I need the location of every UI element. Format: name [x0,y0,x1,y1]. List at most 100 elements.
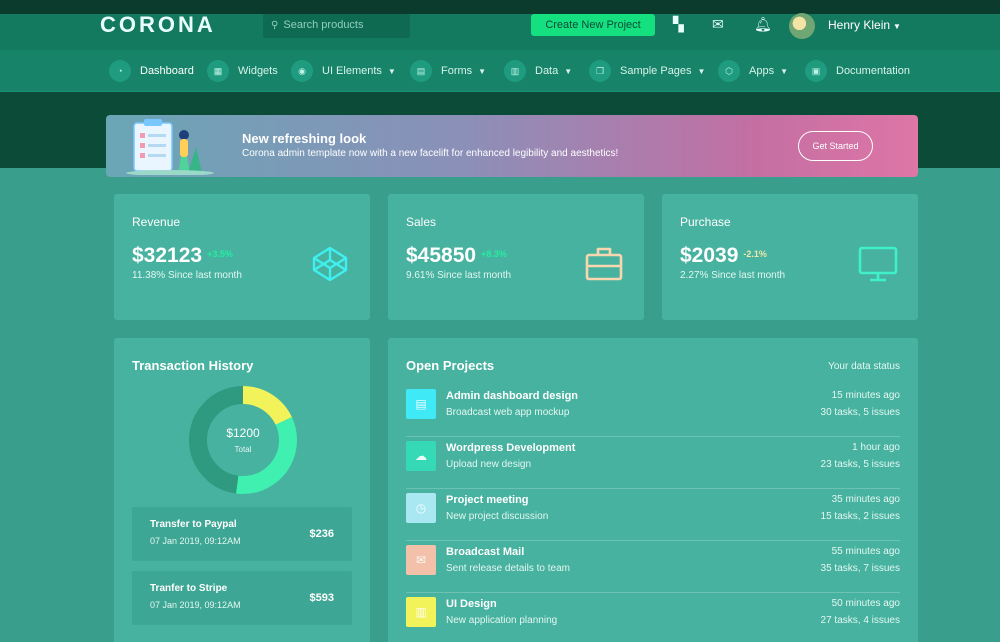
transaction-amount: $236 [309,528,334,540]
transaction-donut-chart [189,386,297,494]
user-menu[interactable]: Henry Klein ▼ [828,18,901,32]
codepen-icon [312,246,348,282]
stat-change: +3.5% [207,249,233,259]
file-icon: ▤ [406,389,436,419]
open-projects-card: Open Projects Your data status ▤ Admin d… [388,338,918,642]
project-row[interactable]: ▤ Admin dashboard design Broadcast web a… [406,385,900,437]
nav-item-label: Data [535,65,559,77]
transaction-title: Transfer to Paypal [150,519,237,530]
nav-item-data[interactable]: ▥ Data ▼ [504,59,572,83]
chevron-down-icon: ▼ [564,66,573,76]
project-subtitle: New project discussion [446,511,549,522]
chart-icon: ▥ [406,597,436,627]
project-title: Project meeting [446,494,529,506]
stat-card-revenue: Revenue $32123 +3.5% 11.38% Since last mo… [114,194,370,320]
top-navbar: CORONA ⚲ Search products Create New Proj… [0,0,1000,50]
stat-value: $45850 +8.3% [406,244,507,268]
project-row[interactable]: ☁ Wordpress Development Upload new desig… [406,437,900,489]
user-name: Henry Klein [828,18,891,32]
project-time: 35 minutes ago [831,494,900,505]
transaction-date: 07 Jan 2019, 09:12AM [150,600,241,610]
banner-title: New refreshing look [242,131,367,146]
project-subtitle: New application planning [446,615,558,626]
stat-card-purchase: Purchase $2039 -2.1% 2.27% Since last mon… [662,194,918,320]
mail-icon: ✉ [406,545,436,575]
banner-subtitle: Corona admin template now with a new fac… [242,148,619,159]
donut-total-label: Total [234,445,252,454]
project-tasks: 27 tasks, 4 issues [820,615,900,626]
chevron-down-icon: ▼ [478,66,487,76]
nav-item-label: Documentation [836,65,910,77]
project-subtitle: Upload new design [446,459,532,470]
stat-value: $32123 +3.5% [132,244,233,268]
ui-elements-icon: ◉ [291,60,313,82]
stat-change: +8.3% [481,249,507,259]
search-placeholder: Search products [283,19,364,31]
caret-down-icon: ▼ [893,22,901,31]
project-title: Wordpress Development [446,442,576,454]
cloud-icon: ☁ [406,441,436,471]
nav-item-ui-elements[interactable]: ◉ UI Elements ▼ [291,59,396,83]
project-row[interactable]: ✉ Broadcast Mail Sent release details to… [406,541,900,593]
stat-label: Sales [406,215,437,229]
apps-icon: ⬡ [718,60,740,82]
widgets-icon: ▦ [207,60,229,82]
project-subtitle: Sent release details to team [446,563,570,574]
project-time: 1 hour ago [852,442,900,453]
stat-since: 9.61% Since last month [406,270,512,281]
speedometer-icon: ◔ [109,60,131,82]
stat-label: Revenue [132,215,181,229]
nav-item-dashboard[interactable]: ◔ Dashboard [109,59,194,83]
monitor-icon [858,246,898,282]
promo-banner: New refreshing look Corona admin templat… [106,115,918,177]
project-title: Broadcast Mail [446,546,525,558]
forms-icon: ▤ [410,60,432,82]
transaction-date: 07 Jan 2019, 09:12AM [150,536,241,546]
stat-label: Purchase [680,215,731,229]
chevron-down-icon: ▼ [697,66,706,76]
bell-icon[interactable]: 🔔︎ [754,16,772,33]
stat-card-sales: Sales $45850 +8.3% 9.61% Since last month [388,194,644,320]
stat-change: -2.1% [743,249,767,259]
nav-item-sample-pages[interactable]: ❐ Sample Pages ▼ [589,59,705,83]
briefcase-icon [585,247,623,281]
project-tasks: 15 tasks, 2 issues [820,511,900,522]
mail-icon[interactable]: ✉ [712,16,724,33]
project-time: 50 minutes ago [831,598,900,609]
avatar[interactable] [789,13,815,39]
nav-item-label: Apps [749,65,775,77]
transaction-history-card: Transaction History $1200 Total Transfer… [114,338,370,642]
nav-item-apps[interactable]: ⬡ Apps ▼ [718,59,788,83]
project-title: UI Design [446,598,497,610]
transaction-title: Tranfer to Stripe [150,583,228,594]
project-row[interactable]: ▥ UI Design New application planning 50 … [406,593,900,642]
donut-total-value: $1200 [226,426,260,440]
project-time: 55 minutes ago [831,546,900,557]
section-title: Transaction History [132,358,254,373]
transaction-item[interactable]: Transfer to Paypal 07 Jan 2019, 09:12AM … [132,507,352,561]
chevron-down-icon: ▼ [387,66,396,76]
clock-icon: ◷ [406,493,436,523]
clipboard-illustration [126,119,214,175]
chevron-down-icon: ▼ [780,66,788,76]
pages-icon: ❐ [589,60,611,82]
nav-item-widgets[interactable]: ▦ Widgets [207,59,278,83]
nav-item-forms[interactable]: ▤ Forms ▼ [410,59,486,83]
project-tasks: 35 tasks, 7 issues [820,563,900,574]
data-status-label: Your data status [828,361,900,372]
brand-logo[interactable]: CORONA [100,12,216,38]
nav-item-documentation[interactable]: ▣ Documentation [805,59,910,83]
project-row[interactable]: ◷ Project meeting New project discussion… [406,489,900,541]
nav-item-label: Widgets [238,65,278,77]
create-project-button[interactable]: Create New Project [531,14,655,36]
stat-since: 11.38% Since last month [132,270,242,281]
transaction-item[interactable]: Tranfer to Stripe 07 Jan 2019, 09:12AM $… [132,571,352,625]
get-started-button[interactable]: Get Started [798,131,873,161]
dashboard-page: CORONA ⚲ Search products Create New Proj… [0,0,1000,642]
chart-icon: ▥ [504,60,526,82]
document-icon: ▣ [805,60,827,82]
search-icon: ⚲ [271,20,279,31]
project-title: Admin dashboard design [446,390,579,402]
search-input[interactable]: ⚲ Search products [263,14,410,38]
grid-icon[interactable]: ▚ [673,16,684,33]
